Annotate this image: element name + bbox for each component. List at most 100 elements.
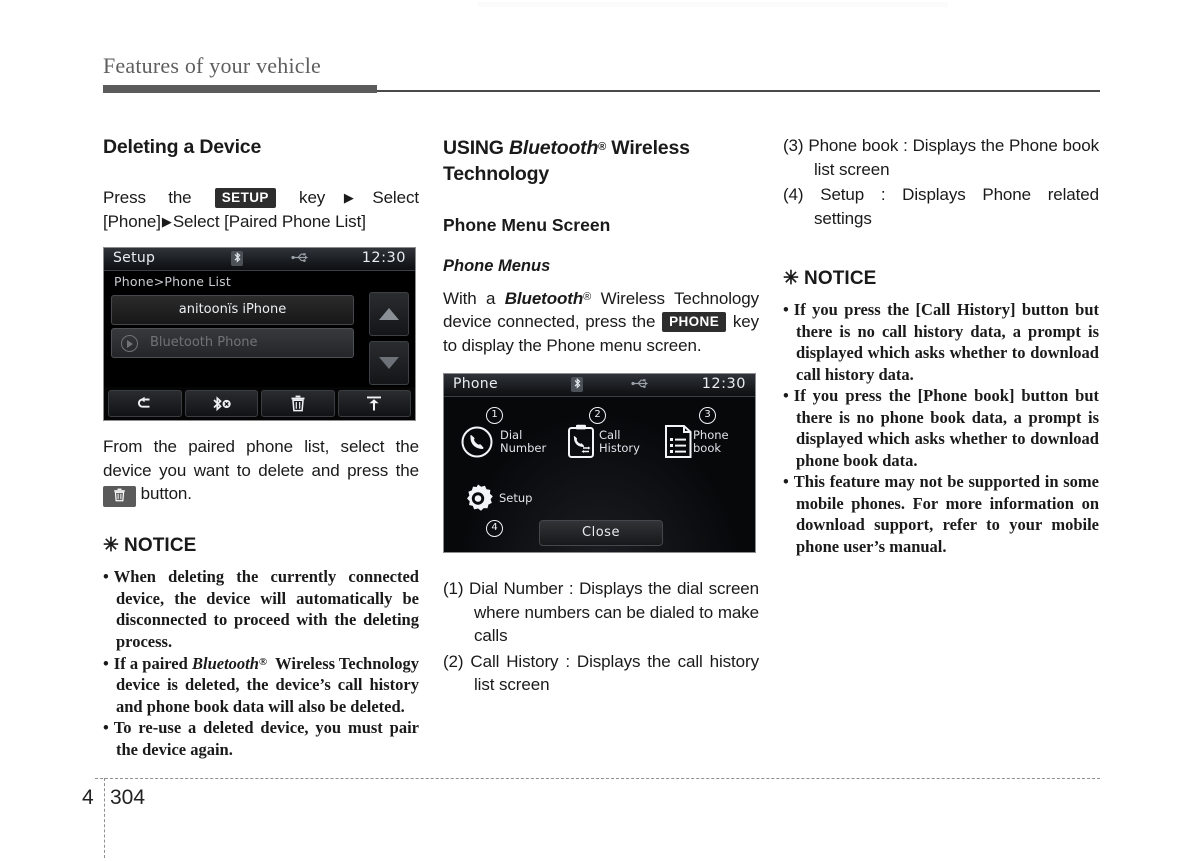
call-history-icon[interactable]	[566, 424, 596, 463]
menu-badge-4: 4	[486, 520, 503, 538]
italic-title-phone-menus: Phone Menus	[443, 256, 551, 275]
bluetooth-icon	[571, 377, 583, 393]
sub-title-phone-menu-screen: Phone Menu Screen	[443, 214, 611, 235]
back-button[interactable]	[108, 390, 182, 417]
footer-page-number: 304	[110, 786, 146, 809]
instruction-part-3: Select	[372, 188, 419, 207]
bluetooth-brand: Bluetooth	[504, 288, 584, 308]
usb-icon	[630, 378, 650, 392]
list-item-number: (4)	[783, 185, 804, 204]
menu-label-setup: Setup	[499, 491, 533, 506]
page-title: Features of your vehicle	[103, 53, 322, 78]
list-item-number: (3)	[783, 136, 804, 155]
registered-mark: ®	[258, 656, 268, 668]
instruction-part-2: key	[299, 188, 326, 207]
chevron-down-icon	[379, 357, 399, 369]
scroll-down-button[interactable]	[369, 341, 409, 385]
phone-book-icon[interactable]	[663, 424, 694, 463]
phone-key-chip: PHONE	[662, 312, 727, 333]
phone-menus-paragraph: With a Bluetooth® Wireless Technology de…	[443, 286, 759, 357]
notice-heading-label: NOTICE	[124, 535, 197, 556]
notice-heading: ✳ NOTICE	[103, 533, 419, 558]
notice-heading: ✳ NOTICE	[783, 266, 1099, 291]
device-clock: 12:30	[361, 250, 406, 266]
dial-number-icon[interactable]	[460, 425, 494, 463]
column-one: Deleting a Device Press the SETUP key▶Se…	[103, 134, 419, 760]
notice-item: If a paired Bluetooth® Wireless Technolo…	[103, 652, 419, 717]
delete-icon-chip	[103, 486, 136, 507]
list-item-number: (2)	[443, 651, 464, 671]
notice-heading-label: NOTICE	[804, 268, 877, 289]
usb-icon	[290, 252, 310, 266]
menu-label-dial-number: Dial Number	[500, 428, 547, 456]
device-screen-title: Setup	[113, 250, 156, 266]
footer-chapter-number: 4	[82, 786, 94, 809]
phone-menu-descriptions-column-two: (1) Dial Number : Displays the dial scre…	[443, 577, 759, 697]
notice-block-column-three: ✳NOTICE If you press the [Call History] …	[783, 266, 1099, 557]
asterisk-icon: ✳	[103, 535, 120, 556]
section-title-prefix: USING	[443, 136, 509, 159]
header-rule-thick	[103, 85, 377, 93]
delete-instruction-paragraph: From the paired phone list, select the d…	[103, 435, 419, 507]
bluetooth-brand: Bluetooth	[508, 136, 599, 159]
setup-path-instruction: Press the SETUP key▶Select [Phone]▶Selec…	[103, 186, 419, 233]
bluetooth-icon	[231, 251, 243, 266]
device-screenshot-phone-menu: Phone 12:30 1 Dial Number 2 Call History…	[443, 373, 756, 554]
list-item-number: (1)	[443, 579, 464, 599]
notice-block-column-one: ✳NOTICE When deleting the currently conn…	[103, 533, 419, 760]
footer-rule	[95, 778, 1100, 779]
device-breadcrumb: Phone>Phone List	[114, 274, 231, 289]
delete-button[interactable]	[261, 390, 335, 417]
notice-item: When deleting the currently connected de…	[103, 566, 419, 652]
instruction-part-5: Select [Paired Phone List]	[172, 211, 366, 231]
device-clock: 12:30	[701, 376, 746, 393]
footer-divider	[104, 778, 105, 858]
section-title-deleting-a-device: Deleting a Device	[103, 136, 262, 158]
scan-artifact-bar	[478, 2, 948, 7]
phone-menu-descriptions-column-three: (3) Phone book : Displays the Phone book…	[783, 134, 1099, 230]
menu-badge-2: 2	[589, 407, 606, 425]
device-screenshot-phone-list: Setup 12:30 Phone>Phone List anitoonïs …	[103, 247, 416, 421]
phone-menu-canvas: 1 Dial Number 2 Call History 3 Phone boo…	[444, 397, 755, 553]
scroll-up-button[interactable]	[369, 292, 409, 336]
list-item: (1) Dial Number : Displays the dial scre…	[443, 577, 759, 648]
notice-item: If you press the [Call History] button b…	[783, 299, 1099, 385]
list-item-text: Setup : Displays Phone related settings	[814, 185, 1099, 228]
bluetooth-off-icon	[213, 395, 231, 411]
bluetooth-brand: Bluetooth	[191, 653, 259, 673]
device-status-bar: Phone 12:30	[444, 374, 755, 398]
notice-item: To re-use a deleted device, you must pai…	[103, 717, 419, 760]
paired-device-name: anitoonïs iPhone	[178, 302, 287, 317]
close-button[interactable]: Close	[539, 520, 663, 547]
menu-label-phone-book: Phone book	[693, 428, 729, 456]
setup-gear-icon[interactable]	[462, 483, 494, 519]
upload-button[interactable]	[337, 390, 411, 417]
notice-list: If you press the [Call History] button b…	[783, 299, 1099, 557]
registered-mark: ®	[598, 141, 607, 153]
notice-list: When deleting the currently connected de…	[103, 566, 419, 760]
list-item: (4) Setup : Displays Phone related setti…	[783, 183, 1099, 230]
column-three: (3) Phone book : Displays the Phone book…	[783, 134, 1099, 557]
paired-device-name-2: Bluetooth Phone	[150, 335, 258, 350]
device-screen-title: Phone	[453, 376, 498, 393]
list-item: (2) Call History : Displays the call his…	[443, 650, 759, 697]
paragraph-part-1: With a	[443, 288, 496, 308]
registered-mark: ®	[583, 290, 592, 303]
menu-badge-1: 1	[486, 407, 503, 425]
bluetooth-off-button[interactable]	[184, 390, 258, 417]
path-arrow-icon: ▶	[326, 190, 372, 205]
list-item-text: Dial Number : Displays the dial screen w…	[469, 579, 760, 646]
chevron-up-icon	[379, 308, 399, 320]
back-icon	[138, 396, 150, 408]
list-item-text: Call History : Displays the call history…	[470, 651, 759, 695]
setup-key-chip: SETUP	[214, 188, 276, 208]
column-two: USING Bluetooth® Wireless Technology Pho…	[443, 134, 759, 699]
paired-device-row-disabled[interactable]: Bluetooth Phone	[111, 328, 354, 358]
paired-device-row-selected[interactable]: anitoonïs iPhone	[111, 295, 354, 325]
header-rule	[103, 83, 1100, 95]
instruction-part-1: Press the	[103, 188, 192, 207]
delete-instruction-part-2: button.	[140, 484, 192, 503]
list-item-text: Phone book : Displays the Phone book lis…	[808, 136, 1099, 179]
notice-item: If you press the [Phone book] button but…	[783, 385, 1099, 471]
device-status-bar: Setup 12:30	[104, 248, 415, 271]
